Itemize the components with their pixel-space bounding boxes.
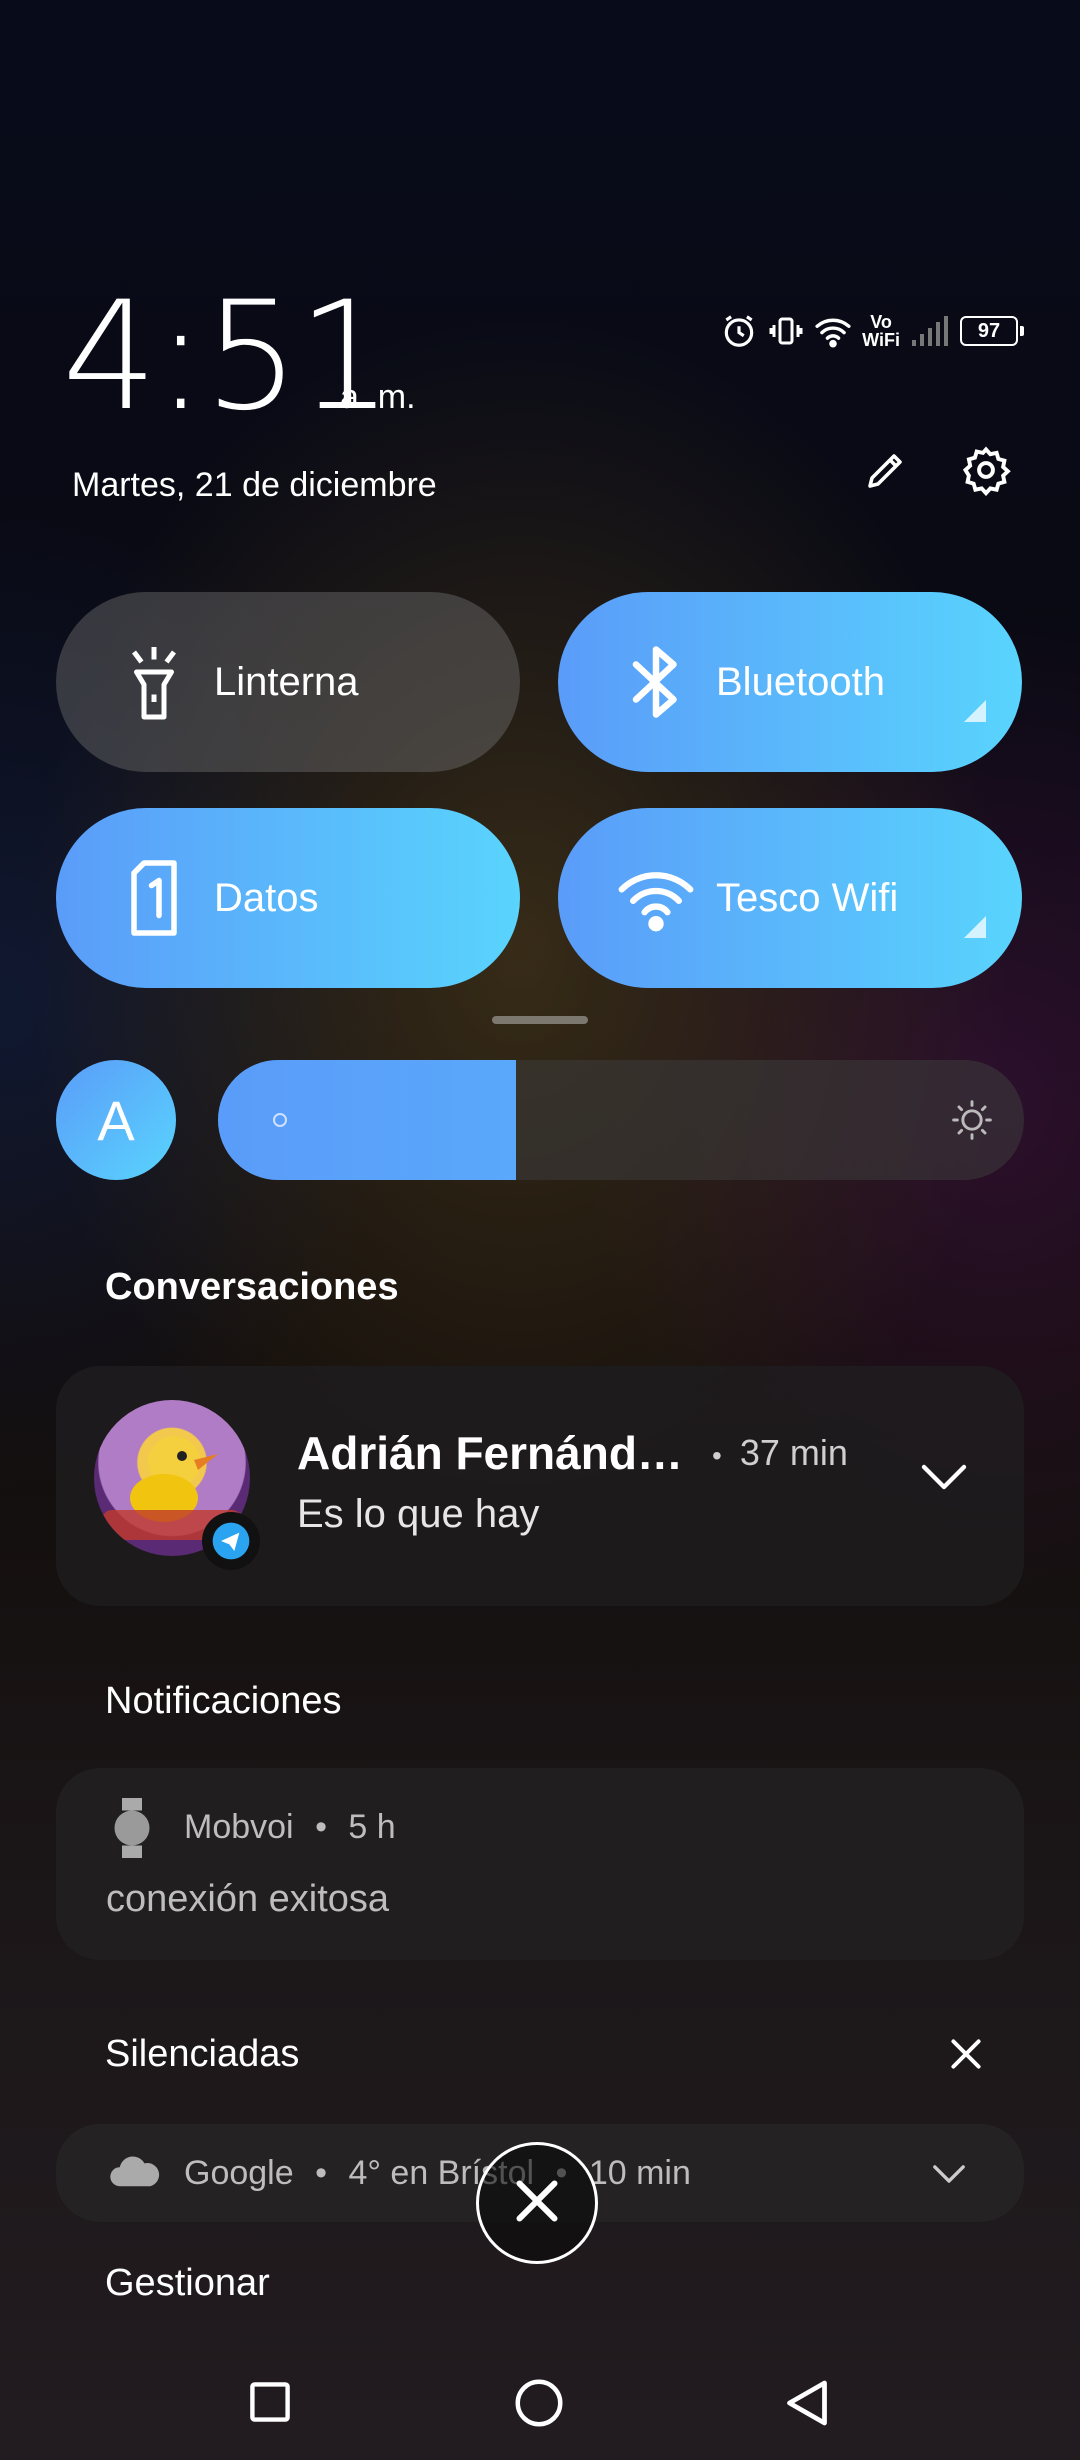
chevron-down-icon[interactable] <box>920 1462 968 1497</box>
silenced-heading: Silenciadas <box>105 2033 300 2075</box>
manage-link[interactable]: Gestionar <box>105 2262 270 2305</box>
wifi-status-icon <box>814 314 852 348</box>
battery-icon: 97 <box>960 316 1024 346</box>
silenced-notification-summary: Google • 4° en Brístol • 10 min <box>184 2154 691 2192</box>
brightness-slider[interactable] <box>218 1060 1024 1180</box>
clear-all-button[interactable] <box>476 2142 598 2264</box>
notifications-heading: Notificaciones <box>105 1680 342 1722</box>
expand-corner-icon[interactable] <box>964 916 986 938</box>
chevron-down-icon[interactable] <box>932 2164 966 2189</box>
watch-icon <box>110 1798 154 1863</box>
tile-bluetooth[interactable]: Bluetooth <box>558 592 1022 772</box>
tile-label: Linterna <box>214 659 359 704</box>
drag-handle[interactable] <box>492 1016 588 1024</box>
status-bar-icons: Vo WiFi 97 <box>720 312 1024 350</box>
conversation-sender: Adrián Fernánd… <box>297 1427 683 1479</box>
clock-ampm: a. m. <box>340 378 416 416</box>
messenger-badge-icon <box>202 1512 260 1570</box>
conversations-heading: Conversaciones <box>105 1266 399 1308</box>
tile-flashlight[interactable]: Linterna <box>56 592 520 772</box>
close-icon[interactable] <box>948 2036 984 2077</box>
edit-button[interactable] <box>854 440 918 504</box>
vibrate-icon <box>768 313 804 349</box>
auto-brightness-button[interactable]: A <box>56 1060 176 1180</box>
home-button[interactable] <box>514 2378 564 2433</box>
bluetooth-icon <box>616 642 696 722</box>
sun-icon <box>950 1098 994 1147</box>
pencil-icon <box>862 446 910 499</box>
conversation-card[interactable]: Adrián Fernánd… • 37 min Es lo que hay <box>56 1366 1024 1606</box>
tile-label: Datos <box>214 875 319 920</box>
notification-card[interactable]: Mobvoi • 5 h conexión exitosa <box>56 1768 1024 1960</box>
tile-wifi[interactable]: Tesco Wifi <box>558 808 1022 988</box>
wifi-icon <box>616 858 696 938</box>
date-label[interactable]: Martes, 21 de diciembre <box>72 466 437 505</box>
back-button[interactable] <box>784 2378 830 2433</box>
brightness-low-icon <box>270 1110 290 1135</box>
recents-button[interactable] <box>248 2380 292 2429</box>
notification-text: conexión exitosa <box>106 1878 390 1920</box>
navigation-bar <box>0 2350 1080 2450</box>
conversation-message: Es lo que hay <box>297 1492 540 1536</box>
vowifi-indicator: Vo WiFi <box>862 312 900 350</box>
close-icon <box>512 2176 562 2231</box>
tile-label: Bluetooth <box>716 659 886 704</box>
expand-corner-icon[interactable] <box>964 700 986 722</box>
gear-icon <box>960 444 1012 501</box>
flashlight-icon <box>114 642 194 722</box>
alarm-icon <box>720 312 758 350</box>
settings-button[interactable] <box>954 440 1018 504</box>
cloud-icon <box>106 2152 164 2195</box>
notification-app: Mobvoi • 5 h <box>184 1808 396 1846</box>
tile-label: Tesco Wifi <box>716 875 899 920</box>
brightness-slider-fill <box>218 1060 517 1180</box>
signal-icon <box>910 314 950 348</box>
auto-brightness-label: A <box>97 1088 135 1152</box>
conversation-time: • 37 min <box>712 1432 848 1473</box>
sim-card-icon <box>114 858 194 938</box>
tile-mobile-data[interactable]: Datos <box>56 808 520 988</box>
